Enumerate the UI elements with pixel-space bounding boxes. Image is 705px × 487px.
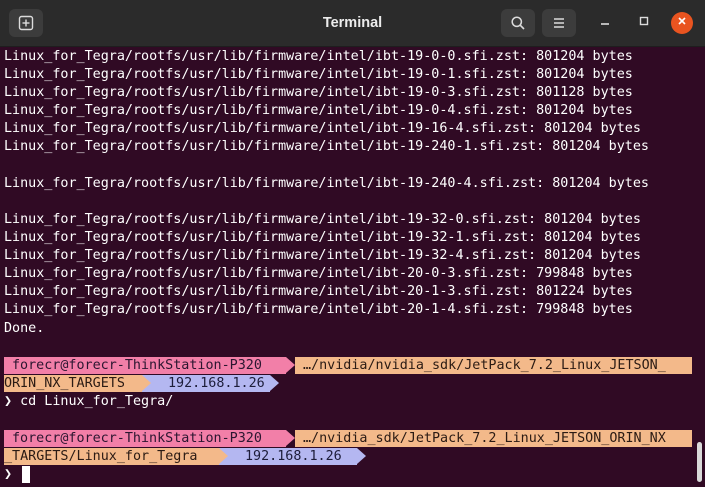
prompt-separator	[286, 430, 295, 446]
output-line: Linux_for_Tegra/rootfs/usr/lib/firmware/…	[4, 176, 649, 191]
output-line: Linux_for_Tegra/rootfs/usr/lib/firmware/…	[4, 67, 633, 82]
command-line: ❯ cd Linux_for_Tegra/	[4, 394, 174, 409]
prompt-separator-overlay	[142, 375, 151, 391]
title-bar: Terminal	[0, 0, 705, 47]
output-line: Linux_for_Tegra/rootfs/usr/lib/firmware/…	[4, 284, 633, 299]
output-line: Linux_for_Tegra/rootfs/usr/lib/firmware/…	[4, 248, 641, 263]
prompt-ip: 192.168.1.26	[142, 375, 270, 392]
terminal-output-area[interactable]: Linux_for_Tegra/rootfs/usr/lib/firmware/…	[0, 46, 705, 487]
menu-button[interactable]	[542, 9, 576, 37]
output-line: Linux_for_Tegra/rootfs/usr/lib/firmware/…	[4, 230, 641, 245]
maximize-icon	[638, 14, 650, 32]
prompt-path-continued: ORIN_NX_TARGETS	[4, 375, 142, 392]
scrollbar-thumb[interactable]	[697, 442, 702, 482]
search-button[interactable]	[501, 9, 535, 37]
output-line: Linux_for_Tegra/rootfs/usr/lib/firmware/…	[4, 139, 649, 154]
output-line: Linux_for_Tegra/rootfs/usr/lib/firmware/…	[4, 49, 633, 64]
search-icon	[510, 15, 526, 31]
prompt-user-host: forecr@forecr-ThinkStation-P320	[4, 357, 286, 374]
new-tab-icon	[18, 15, 34, 31]
prompt-end-arrow	[357, 448, 366, 464]
prompt-user-host: forecr@forecr-ThinkStation-P320	[4, 430, 286, 447]
prompt-path-continued: _TARGETS/Linux_for_Tegra	[4, 448, 219, 465]
prompt-separator	[286, 357, 295, 373]
output-line: Linux_for_Tegra/rootfs/usr/lib/firmware/…	[4, 85, 633, 100]
minimize-icon	[599, 14, 611, 32]
new-tab-button[interactable]	[9, 9, 43, 37]
output-line: Done.	[4, 321, 45, 336]
input-line: ❯	[4, 467, 13, 482]
terminal-window: Terminal Linux_for_Tegra/rootfs/usr/lib/…	[0, 0, 705, 487]
output-line: Linux_for_Tegra/rootfs/usr/lib/firmware/…	[4, 266, 633, 281]
prompt-path: …/nvidia/nvidia_sdk/JetPack_7.2_Linux_JE…	[295, 357, 692, 374]
output-line: Linux_for_Tegra/rootfs/usr/lib/firmware/…	[4, 212, 641, 227]
output-line: Linux_for_Tegra/rootfs/usr/lib/firmware/…	[4, 302, 633, 317]
close-icon	[676, 14, 688, 32]
text-cursor	[22, 466, 30, 483]
close-button[interactable]	[671, 12, 693, 34]
minimize-button[interactable]	[594, 12, 616, 34]
prompt-end-arrow	[270, 375, 279, 391]
prompt-ip: 192.168.1.26	[219, 448, 357, 465]
prompt-separator	[219, 448, 228, 464]
output-line: Linux_for_Tegra/rootfs/usr/lib/firmware/…	[4, 103, 633, 118]
maximize-button[interactable]	[633, 12, 655, 34]
output-line: Linux_for_Tegra/rootfs/usr/lib/firmware/…	[4, 121, 641, 136]
hamburger-menu-icon	[551, 15, 567, 31]
prompt-path: …/nvidia_sdk/JetPack_7.2_Linux_JETSON_OR…	[295, 430, 692, 447]
